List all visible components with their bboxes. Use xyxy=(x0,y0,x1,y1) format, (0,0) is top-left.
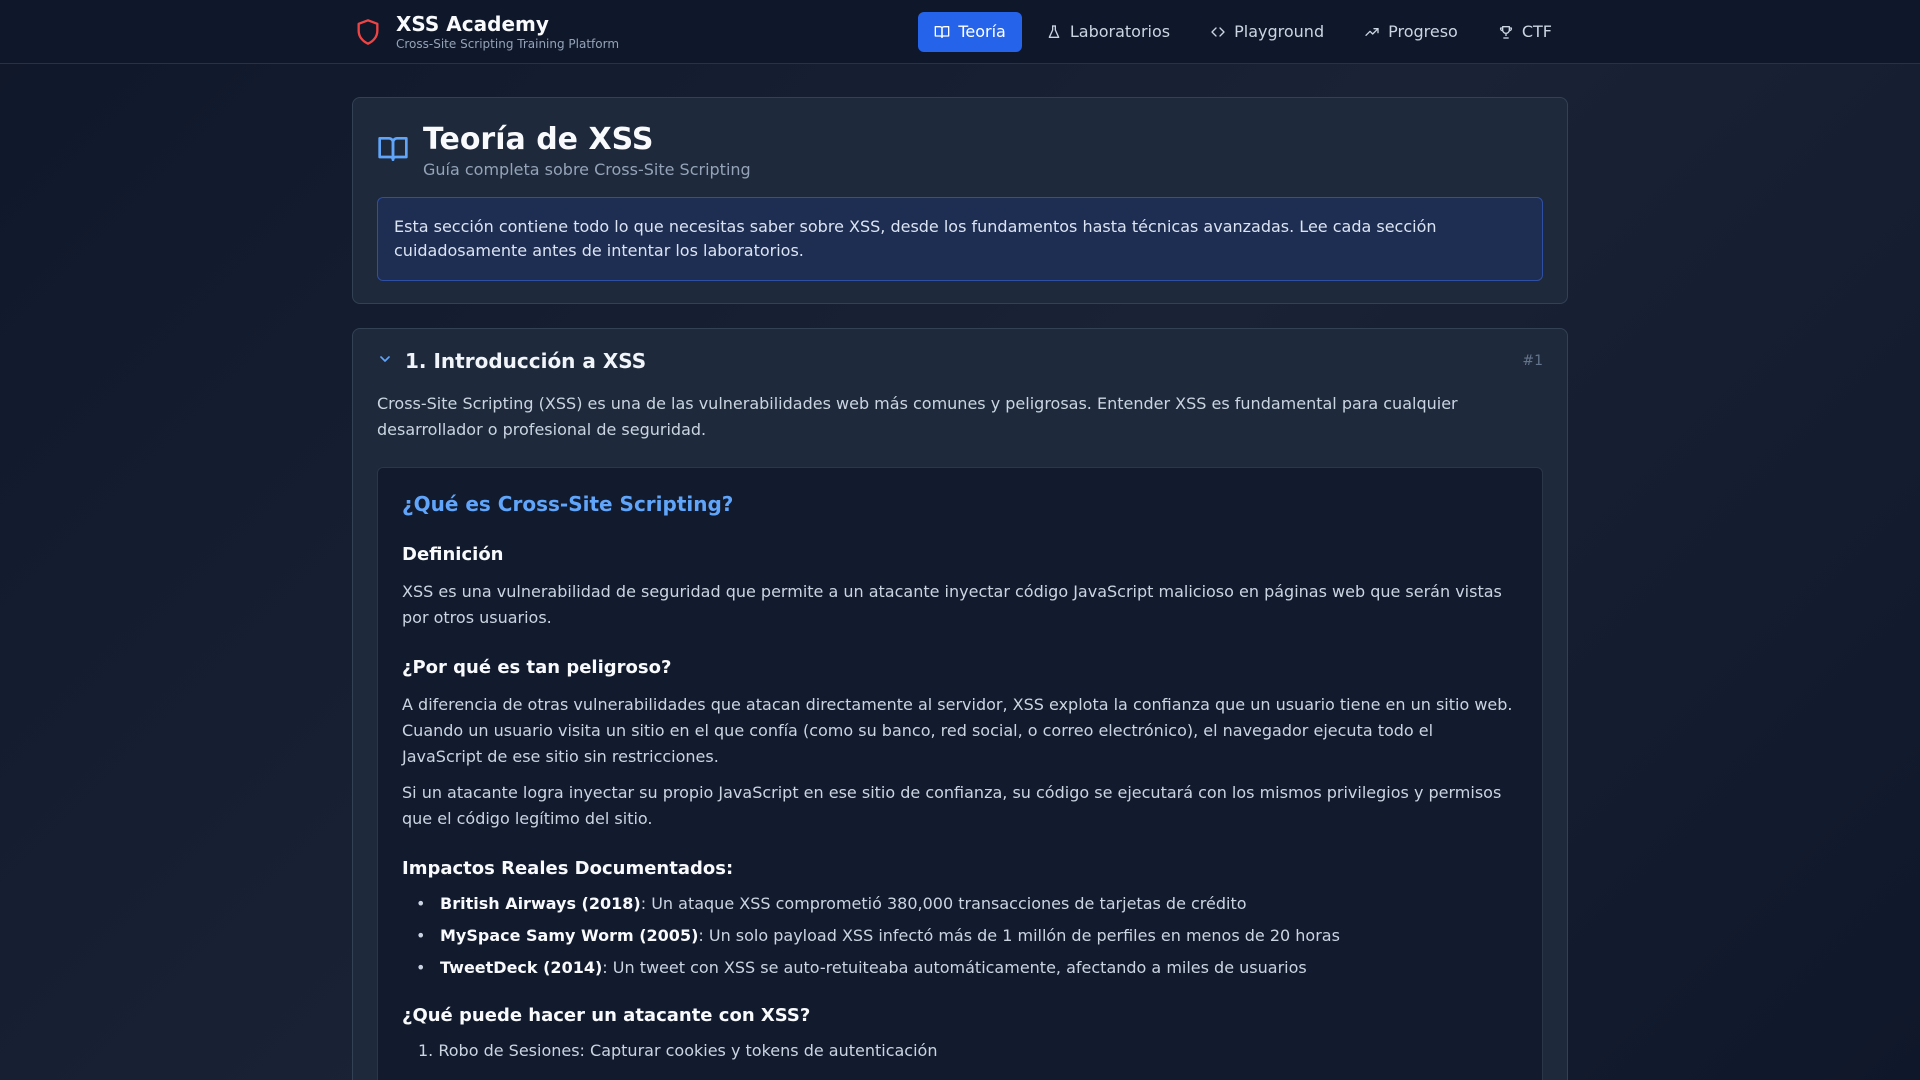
page-subtitle: Guía completa sobre Cross-Site Scripting xyxy=(423,160,751,179)
nav-playground[interactable]: Playground xyxy=(1194,12,1340,52)
page-title: Teoría de XSS xyxy=(423,122,654,157)
danger-paragraph-2: Si un atacante logra inyectar su propio … xyxy=(402,783,1502,828)
nav-label: Progreso xyxy=(1388,22,1458,41)
section-content-box: ¿Qué es Cross-Site Scripting? Definición… xyxy=(377,467,1543,1080)
trophy-icon xyxy=(1499,25,1512,39)
nav-teoria[interactable]: Teoría xyxy=(918,11,1022,52)
flask-icon xyxy=(1048,24,1060,38)
theory-header-card: Teoría de XSS Guía completa sobre Cross-… xyxy=(352,97,1568,304)
impact-name: British Airways (2018) xyxy=(440,894,641,913)
list-item: TweetDeck (2014): Un tweet con XSS se au… xyxy=(402,957,1518,979)
code-icon xyxy=(1211,26,1225,37)
section-intro-text: Cross-Site Scripting (XSS) es una de las… xyxy=(377,394,1458,439)
definition-text: XSS es una vulnerabilidad de seguridad q… xyxy=(402,582,1502,627)
main-content: Teoría de XSS Guía completa sobre Cross-… xyxy=(352,64,1568,1080)
shield-icon xyxy=(352,16,384,48)
top-navigation-bar: XSS Academy Cross-Site Scripting Trainin… xyxy=(0,0,1920,64)
nav-label: CTF xyxy=(1521,22,1552,41)
main-nav: Teoría Laboratorios Playground Progreso … xyxy=(918,11,1568,52)
impacts-title: Impactos Reales Documentados: xyxy=(402,858,734,879)
brand[interactable]: XSS Academy Cross-Site Scripting Trainin… xyxy=(352,12,619,52)
nav-label: Laboratorios xyxy=(1069,22,1171,41)
content-heading: ¿Qué es Cross-Site Scripting? xyxy=(402,492,734,516)
impact-text: : Un solo payload XSS infectó más de 1 m… xyxy=(698,926,1340,945)
list-item: 1. Robo de Sesiones: Capturar cookies y … xyxy=(418,1041,938,1060)
list-item: MySpace Samy Worm (2005): Un solo payloa… xyxy=(402,925,1518,947)
nav-laboratorios[interactable]: Laboratorios xyxy=(1030,12,1186,52)
impact-name: TweetDeck (2014) xyxy=(440,958,603,977)
nav-label: Playground xyxy=(1234,22,1325,41)
attacker-title: ¿Qué puede hacer un atacante con XSS? xyxy=(402,1005,811,1026)
book-icon xyxy=(935,25,950,38)
impacts-list: British Airways (2018): Un ataque XSS co… xyxy=(402,893,1518,979)
list-item: British Airways (2018): Un ataque XSS co… xyxy=(402,893,1518,915)
nav-ctf[interactable]: CTF xyxy=(1482,12,1568,52)
brand-subtitle: Cross-Site Scripting Training Platform xyxy=(396,36,620,51)
brand-title: XSS Academy xyxy=(396,11,549,36)
section-title: 1. Introducción a XSS xyxy=(405,349,647,373)
danger-paragraph-1: A diferencia de otras vulnerabilidades q… xyxy=(402,695,1513,766)
attacker-list: 1. Robo de Sesiones: Capturar cookies y … xyxy=(402,1040,1518,1062)
book-open-icon xyxy=(377,133,409,169)
section-intro-card: 1. Introducción a XSS #1 Cross-Site Scri… xyxy=(352,328,1568,1080)
trending-up-icon xyxy=(1365,27,1379,36)
impact-text: : Un ataque XSS comprometió 380,000 tran… xyxy=(640,894,1247,913)
nav-progreso[interactable]: Progreso xyxy=(1348,12,1474,52)
nav-label: Teoría xyxy=(958,22,1006,41)
impact-text: : Un tweet con XSS se auto-retuiteaba au… xyxy=(602,958,1307,977)
section-number: #1 xyxy=(1522,353,1543,369)
impact-name: MySpace Samy Worm (2005) xyxy=(440,926,699,945)
danger-title: ¿Por qué es tan peligroso? xyxy=(402,657,672,678)
info-notice: Esta sección contiene todo lo que necesi… xyxy=(377,197,1543,281)
chevron-down-icon[interactable] xyxy=(377,351,393,371)
definition-title: Definición xyxy=(402,544,504,565)
section-header[interactable]: 1. Introducción a XSS #1 xyxy=(377,349,1543,373)
